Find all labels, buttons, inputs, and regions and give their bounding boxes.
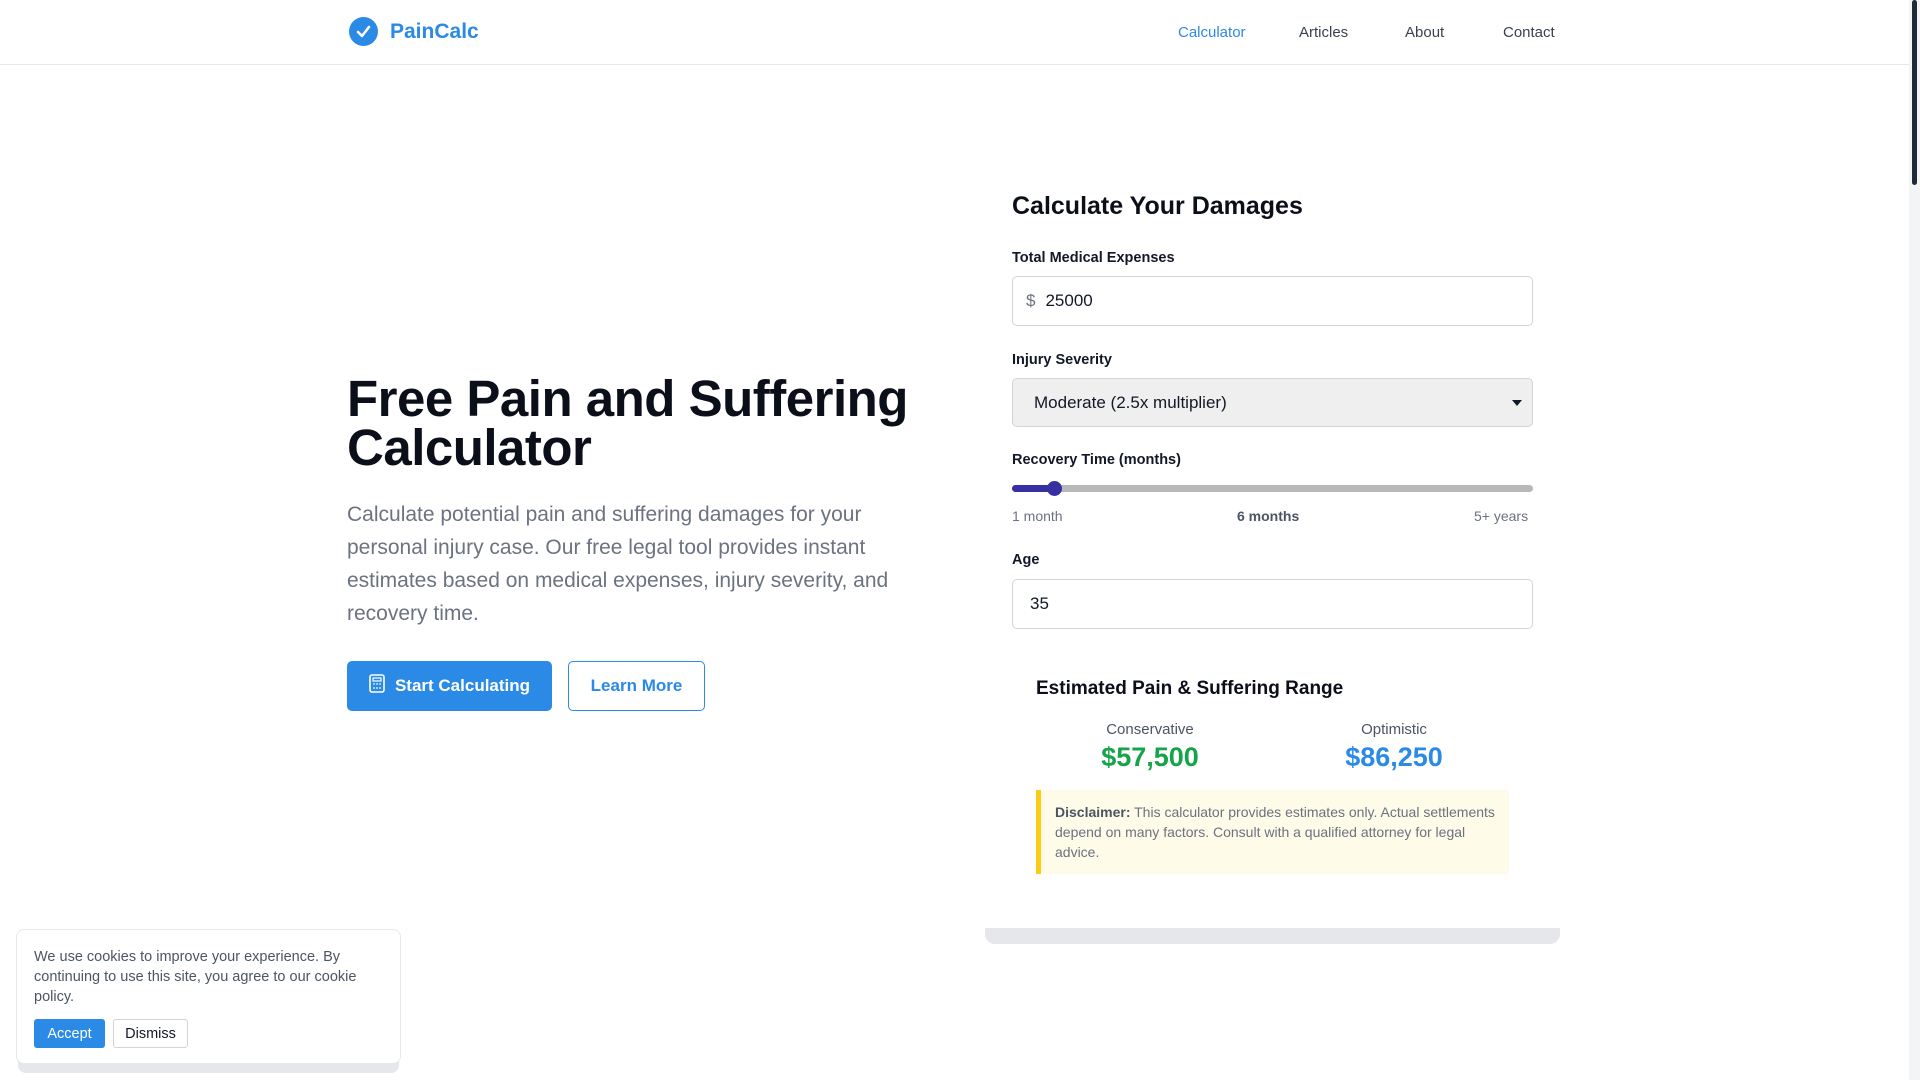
- disclaimer-box: Disclaimer: This calculator provides est…: [1036, 790, 1509, 874]
- cookie-dismiss-button[interactable]: Dismiss: [113, 1019, 188, 1048]
- nav-contact[interactable]: Contact: [1503, 24, 1555, 41]
- start-calculating-label: Start Calculating: [394, 676, 531, 695]
- scrollbar-thumb[interactable]: [1912, 0, 1917, 185]
- brand-name: PainCalc: [390, 19, 479, 43]
- check-circle-icon: [349, 17, 378, 46]
- medical-expenses-field[interactable]: $: [1012, 276, 1533, 326]
- slider-thumb[interactable]: [1047, 481, 1062, 496]
- age-label: Age: [1012, 552, 1040, 568]
- optimistic-result: Optimistic $86,250: [1294, 721, 1494, 773]
- cookie-text: We use cookies to improve your experienc…: [34, 949, 357, 1005]
- learn-more-button[interactable]: Learn More: [568, 661, 705, 711]
- injury-severity-label: Injury Severity: [1012, 352, 1112, 368]
- conservative-label: Conservative: [1106, 721, 1194, 738]
- slider-max-label: 5+ years: [1474, 508, 1529, 524]
- injury-severity-select[interactable]: Moderate (2.5x multiplier): [1012, 378, 1533, 427]
- conservative-result: Conservative $57,500: [1050, 721, 1250, 773]
- recovery-time-slider[interactable]: [1012, 481, 1533, 496]
- slider-current-label: 6 months: [1237, 508, 1300, 524]
- optimistic-label: Optimistic: [1361, 721, 1427, 738]
- calculator-icon: [369, 674, 385, 698]
- nav-calculator[interactable]: Calculator: [1178, 24, 1246, 41]
- recovery-time-label: Recovery Time (months): [1012, 452, 1181, 468]
- page-scrollbar[interactable]: [1909, 0, 1920, 1080]
- brand[interactable]: PainCalc: [349, 17, 479, 46]
- currency-prefix: $: [1026, 291, 1036, 310]
- start-calculating-button[interactable]: Start Calculating: [347, 661, 552, 711]
- age-input[interactable]: [1030, 594, 1500, 614]
- conservative-value: $57,500: [1101, 742, 1199, 772]
- slider-min-label: 1 month: [1012, 508, 1063, 524]
- injury-severity-value: Moderate (2.5x multiplier): [1034, 392, 1227, 412]
- chevron-down-icon: [1512, 399, 1522, 406]
- hero-title: Free Pain and Suffering Calculator: [347, 370, 908, 476]
- nav-about[interactable]: About: [1405, 24, 1444, 41]
- optimistic-value: $86,250: [1345, 742, 1443, 772]
- site-header: PainCalc Calculator Articles About Conta…: [0, 0, 1909, 65]
- age-field[interactable]: [1012, 579, 1533, 629]
- calculator-title: Calculate Your Damages: [1012, 192, 1303, 220]
- cookie-accept-button[interactable]: Accept: [34, 1019, 105, 1048]
- medical-expenses-label: Total Medical Expenses: [1012, 250, 1175, 266]
- medical-expenses-input[interactable]: [1045, 291, 1516, 311]
- disclaimer-heading: Disclaimer:: [1055, 804, 1131, 820]
- hero-description: Calculate potential pain and suffering d…: [347, 503, 889, 625]
- nav-articles[interactable]: Articles: [1299, 24, 1348, 41]
- results-title: Estimated Pain & Suffering Range: [1036, 678, 1344, 699]
- cookie-banner: We use cookies to improve your experienc…: [16, 929, 401, 1064]
